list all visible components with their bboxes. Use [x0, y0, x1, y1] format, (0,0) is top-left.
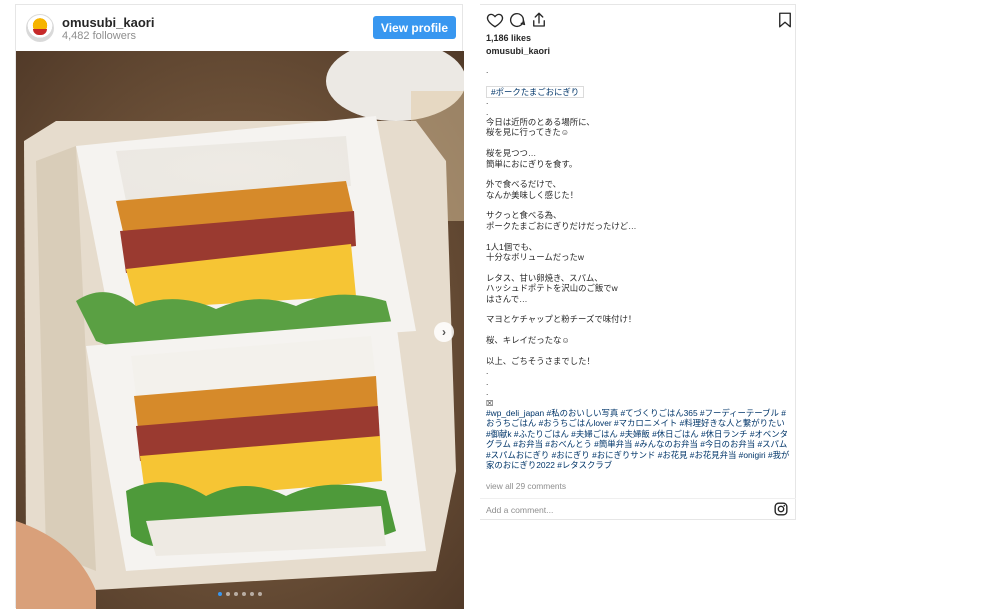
caption-line: ポークたまごおにぎりだけだったけど…	[486, 220, 637, 231]
heart-icon[interactable]	[486, 11, 504, 29]
caption-line: 外で食べるだけで、	[486, 179, 562, 190]
carousel-dot[interactable]	[226, 592, 230, 596]
hashtag-list[interactable]: #wp_deli_japan #私のおいしい写真 #てづくりごはん365 #フー…	[486, 408, 790, 470]
share-icon[interactable]	[530, 11, 548, 29]
carousel-dot[interactable]	[250, 592, 254, 596]
caption-line	[486, 262, 792, 272]
caption-line	[486, 75, 792, 85]
action-bar	[486, 11, 791, 31]
instagram-icon[interactable]	[774, 502, 788, 516]
caption-line: 桜を見つつ…	[486, 148, 537, 159]
post-header: omusubi_kaori 4,482 followers View profi…	[16, 5, 464, 51]
comment-icon[interactable]	[508, 11, 526, 29]
embed-card: omusubi_kaori 4,482 followers View profi…	[15, 4, 464, 609]
tag-marker: ☒	[486, 397, 494, 408]
caption-line: ハッシュドポテトを沢山のご飯でw	[486, 283, 618, 294]
caption-line: 簡単におにぎりを食す。	[486, 158, 578, 169]
caption-line	[486, 169, 792, 179]
view-comments-link[interactable]: view all 29 comments	[486, 481, 566, 491]
add-comment-input[interactable]: Add a comment...	[486, 505, 553, 515]
caption-line: #ポークたまごおにぎり	[486, 85, 792, 99]
caption-line	[486, 346, 792, 356]
follower-count: 4,482 followers	[62, 30, 136, 42]
caption-line: .	[486, 65, 489, 75]
caption-line: 今日は近所のとある場所に、	[486, 116, 595, 127]
carousel-dot[interactable]	[234, 592, 238, 596]
caption-line	[486, 304, 792, 314]
caption-line: .	[486, 366, 489, 377]
caption-line: 桜を見に行ってきた☺	[486, 127, 570, 138]
profile-username[interactable]: omusubi_kaori	[62, 15, 154, 30]
caption-line	[486, 138, 792, 148]
chevron-right-icon: ›	[442, 325, 446, 339]
onigiri-sandwich-photo	[16, 51, 464, 609]
caption-line	[486, 325, 792, 335]
caption-line: レタス、甘い卵焼き、スパム、	[486, 272, 603, 283]
caption-line: なんか美味しく感じた！	[486, 189, 579, 200]
caption-line	[486, 200, 792, 210]
carousel-dot[interactable]	[258, 592, 262, 596]
view-profile-button[interactable]: View profile	[373, 16, 456, 39]
divider	[480, 498, 796, 499]
carousel-dots	[16, 592, 464, 596]
caption-username[interactable]: omusubi_kaori	[486, 46, 550, 56]
avatar[interactable]	[26, 14, 54, 42]
caption-line: .	[486, 387, 489, 398]
carousel-dot[interactable]	[242, 592, 246, 596]
post-caption: . #ポークたまごおにぎり.. 今日は近所のとある場所に、 桜を見に行ってきた☺ 桜を見…	[486, 65, 792, 470]
like-count[interactable]: 1,186 likes	[486, 33, 531, 43]
caption-line	[486, 231, 792, 241]
carousel-next-button[interactable]: ›	[434, 322, 454, 342]
caption-line: 十分なボリュームだったw	[486, 252, 584, 263]
caption-line: 以上、ごちそうさまでした！	[486, 355, 595, 366]
bookmark-icon[interactable]	[776, 11, 794, 29]
caption-line: 桜、キレイだったな☺	[486, 335, 570, 346]
caption-line: .	[486, 106, 489, 117]
caption-line: .	[486, 376, 489, 387]
caption-line: はさんで…	[486, 293, 528, 304]
carousel-dot[interactable]	[218, 592, 222, 596]
caption-line: 1人1個でも、	[486, 241, 537, 252]
post-photo[interactable]: ›	[16, 51, 464, 609]
caption-line: サクっと食べる為、	[486, 210, 562, 221]
hashtag-link[interactable]: #ポークたまごおにぎり	[486, 85, 585, 99]
post-details-panel: 1,186 likes omusubi_kaori . #ポークたまごおにぎり..…	[480, 4, 796, 520]
caption-line: マヨとケチャップと粉チーズで味付け！	[486, 314, 637, 325]
